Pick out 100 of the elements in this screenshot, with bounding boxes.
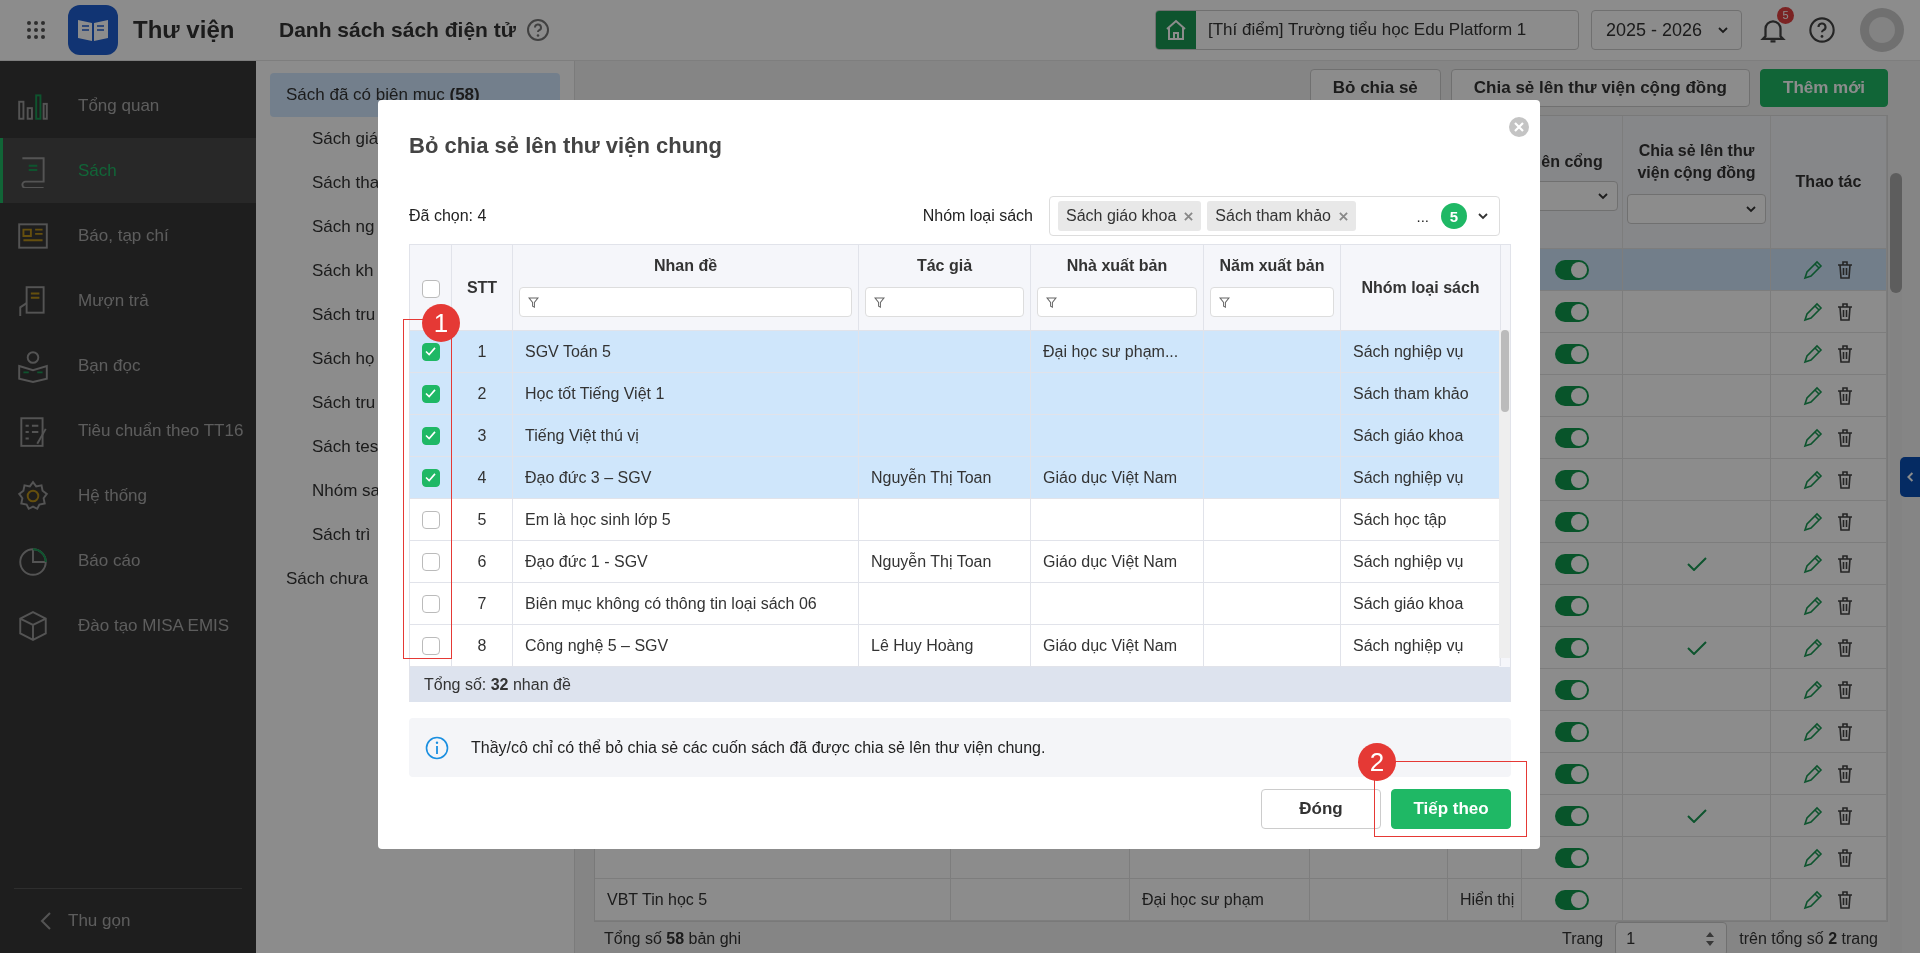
filter-input[interactable] <box>519 287 852 317</box>
column-header: ên cổng <box>1541 153 1603 171</box>
toggle-switch[interactable] <box>1555 343 1589 364</box>
scrollbar-thumb[interactable] <box>1500 330 1509 412</box>
toggle-switch[interactable] <box>1555 847 1589 868</box>
filter-input[interactable] <box>865 287 1024 317</box>
year-select[interactable]: 2025 - 2026 <box>1591 10 1742 50</box>
info-icon <box>425 735 449 760</box>
pencil-icon[interactable] <box>1802 595 1823 616</box>
close-icon[interactable] <box>1184 211 1194 221</box>
toggle-switch[interactable] <box>1555 553 1589 574</box>
stt-cell: 3 <box>477 426 487 445</box>
table-row[interactable]: 2 Học tốt Tiếng Việt 1 Sách tham khảo <box>410 373 1499 415</box>
table-row[interactable]: 3 Tiếng Việt thú vị Sách giáo khoa <box>410 415 1499 457</box>
title-cell: Đạo đức 1 - SGV <box>525 552 648 571</box>
toggle-switch[interactable] <box>1555 511 1589 532</box>
stt-cell: 6 <box>477 552 487 571</box>
pencil-icon[interactable] <box>1802 637 1823 658</box>
filter-tag[interactable]: Sách giáo khoa <box>1058 201 1202 231</box>
chevron-down-icon <box>1597 190 1609 202</box>
pencil-icon[interactable] <box>1802 679 1823 700</box>
row-checkbox[interactable] <box>421 468 440 487</box>
title-cell: Tiếng Việt thú vị <box>525 426 639 445</box>
pencil-icon[interactable] <box>1802 763 1823 784</box>
toggle-switch[interactable] <box>1555 889 1589 910</box>
row-checkbox[interactable] <box>421 594 440 613</box>
pencil-icon[interactable] <box>1802 721 1823 742</box>
toolbar-button[interactable]: Chia sẻ lên thư viện cộng đồng <box>1450 69 1750 107</box>
toggle-switch[interactable] <box>1555 385 1589 406</box>
toggle-switch[interactable] <box>1555 679 1589 700</box>
row-checkbox[interactable] <box>421 342 440 361</box>
toggle-switch[interactable] <box>1555 721 1589 742</box>
chevron-left-icon <box>1906 471 1914 483</box>
group-cell: Sách học tập <box>1353 510 1447 529</box>
publisher-cell: Giáo dục Việt Nam <box>1043 468 1177 487</box>
category-multiselect[interactable]: Sách giáo khoa Sách tham khảo ... 5 <box>1049 196 1500 236</box>
filter-tag[interactable]: Sách tham khảo <box>1207 201 1356 231</box>
toggle-switch[interactable] <box>1555 469 1589 490</box>
toggle-switch[interactable] <box>1555 805 1589 826</box>
column-header: Tác giả <box>916 257 973 275</box>
stt-cell: 8 <box>477 636 487 655</box>
total-count: Tổng số: 32 nhan đề <box>424 675 571 694</box>
page-title: Danh sách sách điện tử <box>279 18 516 42</box>
checkmark-icon <box>425 389 436 398</box>
close-icon[interactable] <box>1508 116 1530 138</box>
table-cell: VBT Tin học 5 <box>607 890 708 909</box>
scrollbar-thumb[interactable] <box>1890 173 1902 293</box>
filter-input[interactable] <box>1210 287 1334 317</box>
pencil-icon[interactable] <box>1802 469 1823 490</box>
toggle-switch[interactable] <box>1555 427 1589 448</box>
toggle-switch[interactable] <box>1555 763 1589 784</box>
filter-icon <box>1046 296 1057 308</box>
row-checkbox[interactable] <box>421 426 440 445</box>
row-checkbox[interactable] <box>421 510 440 529</box>
row-checkbox[interactable] <box>421 636 440 655</box>
row-checkbox[interactable] <box>421 384 440 403</box>
filter-label: Nhóm loại sách <box>922 207 1033 225</box>
table-row[interactable]: 5 Em là học sinh lớp 5 Sách học tập <box>410 499 1499 541</box>
title-cell: Đạo đức 3 – SGV <box>525 468 652 487</box>
row-checkbox[interactable] <box>421 552 440 571</box>
toggle-switch[interactable] <box>1555 595 1589 616</box>
table-row[interactable]: 7 Biên mục không có thông tin loại sách 06 Sách giáo khoa <box>410 583 1499 625</box>
pencil-icon[interactable] <box>1802 301 1823 322</box>
pencil-icon[interactable] <box>1802 511 1823 532</box>
column-header: Nhan đề <box>653 257 718 275</box>
publisher-cell: Đại học sư phạm... <box>1043 342 1179 361</box>
table-row[interactable]: 1 SGV Toán 5 Đại học sư phạm... Sách nghiệp vụ <box>410 331 1499 373</box>
pencil-icon[interactable] <box>1802 343 1823 364</box>
table-row[interactable]: 4 Đạo đức 3 – SGV Nguyễn Thị Toan Giáo dục Việt Nam Sách nghiệp vụ <box>410 457 1499 499</box>
help-icon[interactable] <box>1808 16 1836 44</box>
scrollbar-track[interactable] <box>1499 330 1510 658</box>
pencil-icon[interactable] <box>1802 805 1823 826</box>
stt-cell: 4 <box>477 468 487 487</box>
table-row[interactable]: 6 Đạo đức 1 - SGV Nguyễn Thị Toan Giáo dục Việt Nam Sách nghiệp vụ <box>410 541 1499 583</box>
pencil-icon[interactable] <box>1802 553 1823 574</box>
pencil-icon[interactable] <box>1802 427 1823 448</box>
book-logo-icon <box>68 5 118 55</box>
table-row[interactable]: 8 Công nghệ 5 – SGV Lê Huy Hoàng Giáo dục Việt Nam Sách nghiệp vụ <box>410 625 1499 667</box>
pencil-icon[interactable] <box>1802 889 1823 910</box>
filter-input[interactable] <box>1037 287 1197 317</box>
filter-icon <box>528 296 539 308</box>
title-cell: Công nghệ 5 – SGV <box>525 636 669 655</box>
title-cell: Em là học sinh lớp 5 <box>525 510 671 529</box>
expand-panel-tab[interactable] <box>1900 457 1920 497</box>
page-input[interactable]: 1 <box>1615 922 1728 953</box>
avatar-icon[interactable] <box>1860 8 1904 52</box>
table-row[interactable]: VBT Tin học 5 Đại học sư phạm Hiển thị <box>595 879 1887 921</box>
toggle-switch[interactable] <box>1555 637 1589 658</box>
toggle-switch[interactable] <box>1555 301 1589 322</box>
apps-grid-icon[interactable] <box>26 20 46 40</box>
help-icon[interactable] <box>525 18 550 42</box>
dialog-button[interactable]: Đóng <box>1261 789 1381 829</box>
toggle-switch[interactable] <box>1555 259 1589 280</box>
pencil-icon[interactable] <box>1802 385 1823 406</box>
stt-cell: 7 <box>477 594 487 613</box>
close-icon[interactable] <box>1338 211 1348 221</box>
select-all-checkbox[interactable] <box>421 280 440 298</box>
school-selector[interactable]: [Thí điểm] Trường tiểu học Edu Platform 1 <box>1155 10 1579 50</box>
pencil-icon[interactable] <box>1802 847 1823 868</box>
pencil-icon[interactable] <box>1802 259 1823 280</box>
